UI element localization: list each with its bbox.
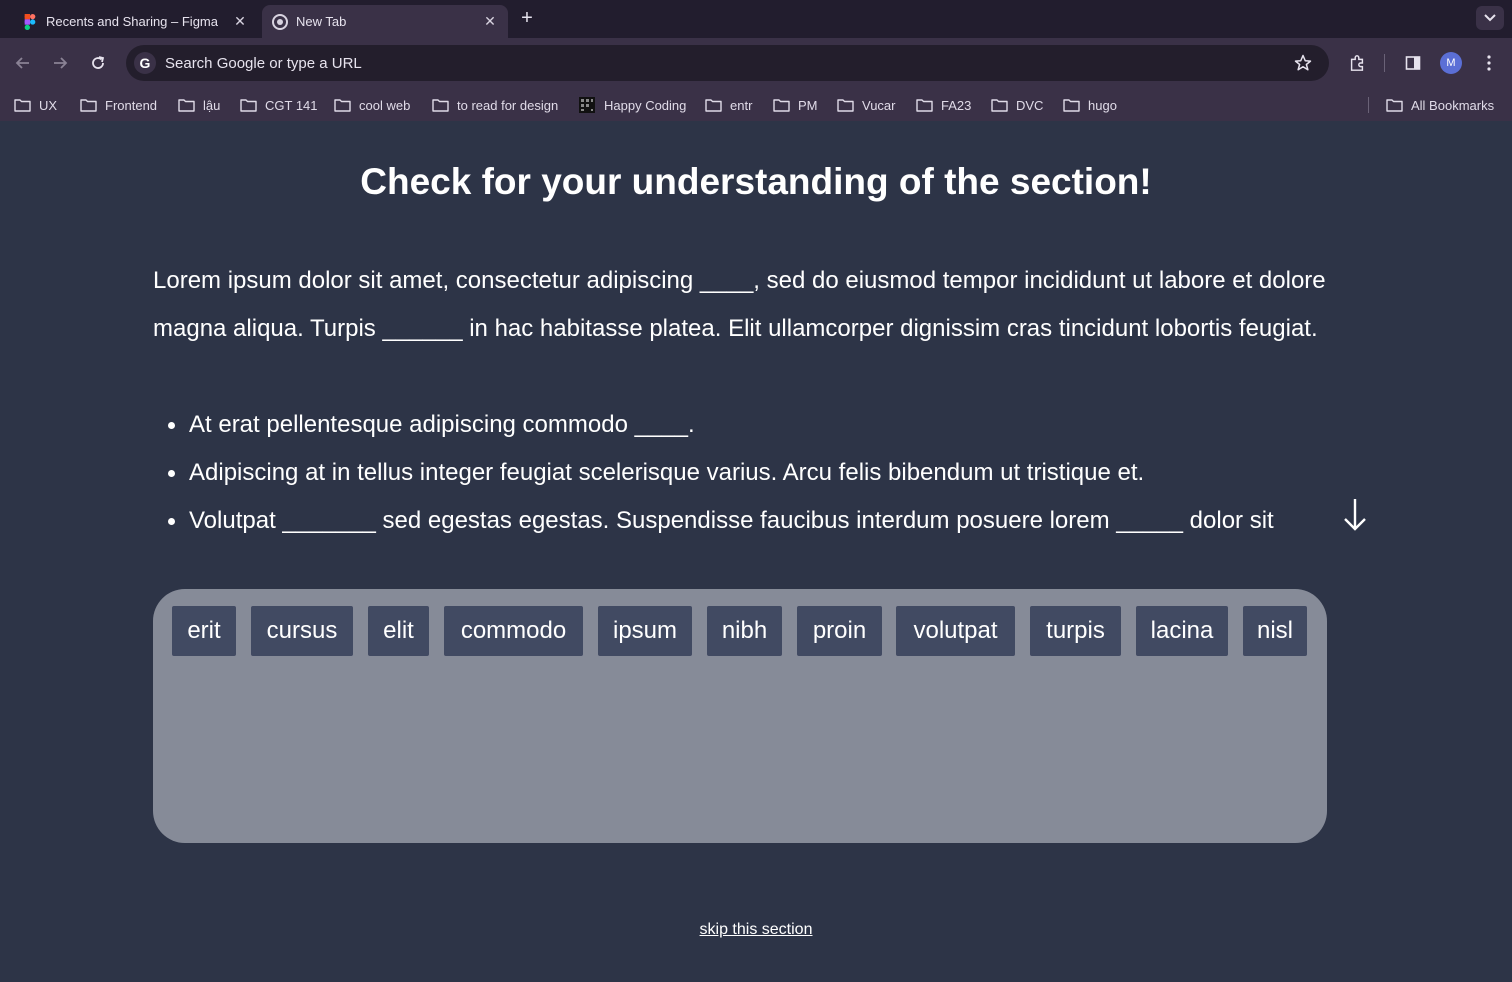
tab-title: New Tab [296, 14, 347, 29]
folder-icon [1386, 97, 1404, 113]
bookmark-label: lậu [203, 97, 221, 113]
word-bank[interactable]: erit cursus elit commodo ipsum nibh proin volut… [153, 589, 1327, 843]
word-chip[interactable]: volutpat [896, 606, 1015, 656]
back-button[interactable] [11, 51, 35, 75]
word-chip[interactable]: cursus [251, 606, 353, 656]
word-chip[interactable]: nibh [707, 606, 782, 656]
folder-icon [991, 97, 1009, 113]
browser-toolbar: G Search Google or type a URL M [0, 38, 1512, 88]
bookmark-label: entr [730, 97, 753, 113]
word-chip[interactable]: proin [797, 606, 882, 656]
skip-section-link[interactable]: skip this section [700, 921, 813, 938]
profile-avatar[interactable]: M [1440, 52, 1462, 74]
bookmark-item[interactable]: Vucar [837, 96, 895, 114]
bookmark-label: FA23 [941, 97, 972, 113]
bookmark-item[interactable]: to read for design [432, 96, 558, 114]
bookmark-item[interactable]: UX [14, 96, 57, 114]
bookmark-item[interactable]: cool web [334, 96, 410, 114]
bookmark-label: Vucar [862, 97, 896, 113]
bookmark-star-icon[interactable] [1293, 53, 1313, 73]
tab-new-tab[interactable]: New Tab ✕ [262, 5, 508, 38]
folder-icon [1063, 97, 1081, 113]
reload-button[interactable] [86, 51, 110, 75]
folder-icon [178, 97, 196, 113]
bookmark-label: hugo [1088, 97, 1117, 113]
toolbar-divider [1384, 54, 1385, 72]
bookmarks-bar: UX Frontend lậu CGT 141 cool web to read for … [0, 88, 1512, 121]
bullet-list: At erat pellentesque adipiscing commodo … [168, 401, 1368, 545]
word-chip[interactable]: ipsum [598, 606, 692, 656]
chevron-down-icon [1484, 14, 1496, 22]
quiz-page: Check for your understanding of the sect… [0, 121, 1512, 982]
bookmark-item[interactable]: entr [705, 96, 752, 114]
tab-figma[interactable]: Recents and Sharing – Figma ✕ [12, 5, 258, 38]
folder-icon [334, 97, 352, 113]
address-bar-text: Search Google or type a URL [165, 54, 362, 72]
tab-title: Recents and Sharing – Figma [46, 14, 218, 29]
bullet-item: Adipiscing at in tellus integer feugiat … [168, 449, 1368, 497]
folder-icon [773, 97, 791, 113]
word-chip[interactable]: nisl [1243, 606, 1307, 656]
word-chip[interactable]: turpis [1030, 606, 1121, 656]
page-title: Check for your understanding of the sect… [360, 161, 1152, 202]
all-bookmarks-button[interactable]: All Bookmarks [1386, 96, 1494, 114]
folder-icon [705, 97, 723, 113]
bookmark-label: DVC [1016, 97, 1044, 113]
bookmark-label: All Bookmarks [1411, 97, 1495, 113]
folder-icon [432, 97, 450, 113]
forward-button[interactable] [48, 51, 72, 75]
bookmark-label: Happy Coding [604, 97, 687, 113]
fill-in-paragraph: Lorem ipsum dolor sit amet, consectetur … [153, 267, 1326, 342]
word-chip[interactable]: commodo [444, 606, 583, 656]
folder-icon [240, 97, 258, 113]
bookmark-label: PM [798, 97, 818, 113]
bookmark-item[interactable]: Happy Coding [579, 96, 686, 114]
back-arrow-icon [15, 57, 29, 69]
bookmark-item[interactable]: Frontend [80, 96, 157, 114]
close-icon[interactable]: ✕ [482, 13, 498, 30]
bookmark-label: Frontend [105, 97, 158, 113]
site-favicon-icon [579, 97, 597, 113]
bookmark-item[interactable]: DVC [991, 96, 1043, 114]
folder-icon [14, 97, 32, 113]
folder-icon [80, 97, 98, 113]
tab-search-button[interactable] [1476, 6, 1504, 30]
address-bar[interactable]: G Search Google or type a URL [126, 45, 1329, 81]
word-chip[interactable]: elit [368, 606, 429, 656]
google-icon: G [134, 52, 156, 74]
figma-icon [22, 13, 38, 30]
bullet-item: At erat pellentesque adipiscing commodo … [168, 401, 1368, 449]
tab-strip: Recents and Sharing – Figma ✕ New Tab ✕ … [0, 0, 1512, 38]
menu-kebab-icon[interactable] [1477, 51, 1501, 75]
bookmark-label: CGT 141 [265, 97, 318, 113]
word-chip[interactable]: lacina [1136, 606, 1228, 656]
bookmarks-divider [1368, 97, 1369, 113]
side-panel-icon[interactable] [1401, 51, 1425, 75]
bookmark-item[interactable]: lậu [178, 96, 220, 114]
word-chip[interactable]: erit [172, 606, 236, 656]
bookmark-label: UX [39, 97, 58, 113]
chrome-icon [272, 13, 288, 30]
bookmark-item[interactable]: PM [773, 96, 818, 114]
scroll-down-arrow-icon[interactable] [1340, 495, 1370, 535]
folder-icon [916, 97, 934, 113]
bookmark-label: to read for design [457, 97, 559, 113]
folder-icon [837, 97, 855, 113]
reload-icon [92, 56, 105, 69]
bookmark-label: cool web [359, 97, 411, 113]
new-tab-button[interactable]: + [516, 8, 538, 30]
close-icon[interactable]: ✕ [232, 13, 248, 30]
forward-arrow-icon [54, 57, 68, 69]
bookmark-item[interactable]: FA23 [916, 96, 971, 114]
bookmark-item[interactable]: hugo [1063, 96, 1117, 114]
extensions-icon[interactable] [1345, 51, 1369, 75]
bullet-item: Volutpat _______ sed egestas egestas. Su… [168, 497, 1368, 545]
bookmark-item[interactable]: CGT 141 [240, 96, 318, 114]
skip-section: skip this section [0, 921, 1512, 939]
